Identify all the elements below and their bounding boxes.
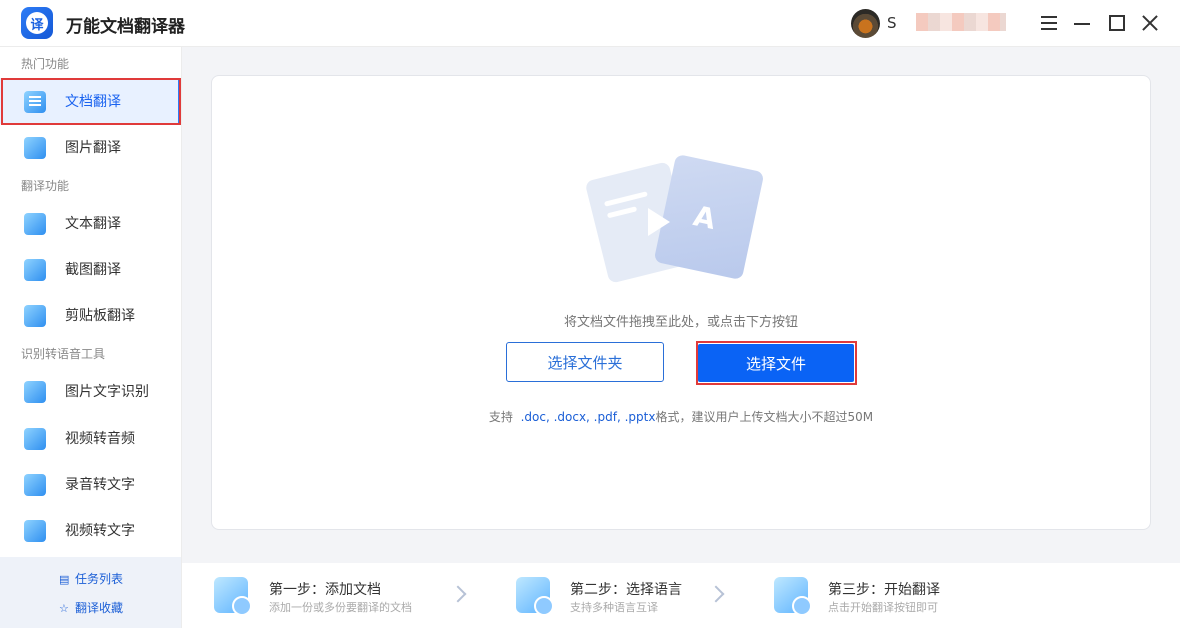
arrow-right-icon xyxy=(648,208,670,236)
app-title: 万能文档翻译器 xyxy=(66,17,185,37)
sidebar-item-label: 截图翻译 xyxy=(65,262,121,278)
sidebar-item-image-ocr[interactable]: 图片文字识别 xyxy=(0,368,181,414)
image-icon xyxy=(24,137,46,159)
sidebar-item-label: 图片翻译 xyxy=(65,140,121,156)
step-title: 第二步：选择语言 xyxy=(570,582,682,598)
sidebar-item-label: 录音转文字 xyxy=(65,477,135,493)
username[interactable]: S xyxy=(887,14,897,32)
sidebar-item-image-translate[interactable]: 图片翻译 xyxy=(0,124,181,170)
sidebar-item-label: 视频转音频 xyxy=(65,431,135,447)
microphone-icon xyxy=(24,474,46,496)
clipboard-icon xyxy=(24,305,46,327)
screenshot-icon xyxy=(24,259,46,281)
app-logo-icon: 译 xyxy=(21,7,53,39)
start-translate-step-icon xyxy=(774,577,812,616)
step-title: 第三步：开始翻译 xyxy=(828,582,940,598)
step-subtitle: 添加一份或多份要翻译的文档 xyxy=(269,601,412,614)
sidebar-item-label: 剪贴板翻译 xyxy=(65,308,135,324)
add-document-step-icon xyxy=(214,577,252,616)
sidebar-item-label: 图片文字识别 xyxy=(65,384,149,400)
favorites-link[interactable]: ☆ 翻译收藏 xyxy=(59,599,123,616)
supported-formats-text: 支持 .doc, .docx, .pdf, .pptx格式，建议用户上传文档大小… xyxy=(488,410,874,424)
sidebar-footer: ▤ 任务列表 ☆ 翻译收藏 xyxy=(0,557,181,628)
ocr-icon xyxy=(24,381,46,403)
chevron-right-icon xyxy=(707,585,725,603)
title-bar: 译 万能文档翻译器 S xyxy=(0,0,1180,47)
menu-icon[interactable] xyxy=(1037,11,1061,35)
step-title: 第一步：添加文档 xyxy=(269,582,381,598)
avatar[interactable] xyxy=(851,9,880,38)
close-icon[interactable] xyxy=(1138,11,1162,35)
steps-bar: 第一步：添加文档 添加一份或多份要翻译的文档 第二步：选择语言 支持多种语言互译… xyxy=(182,563,1180,628)
highlight-box-sidebar xyxy=(1,78,181,125)
task-list-link[interactable]: ▤ 任务列表 xyxy=(59,570,123,587)
sidebar: 热门功能 文档翻译 图片翻译 翻译功能 文本翻译 截图翻译 剪贴板翻译 识别转语… xyxy=(0,47,182,628)
sidebar-item-text-translate[interactable]: 文本翻译 xyxy=(0,200,181,246)
sidebar-item-label: 视频转文字 xyxy=(65,523,135,539)
minimize-icon[interactable] xyxy=(1070,11,1094,35)
star-icon: ☆ xyxy=(59,602,69,615)
video-text-icon xyxy=(24,520,46,542)
chevron-right-icon xyxy=(449,585,467,603)
sidebar-item-recording-to-text[interactable]: 录音转文字 xyxy=(0,461,181,507)
video-audio-icon xyxy=(24,428,46,450)
select-folder-button[interactable]: 选择文件夹 xyxy=(506,342,664,382)
maximize-icon[interactable] xyxy=(1104,11,1128,35)
drop-zone[interactable] xyxy=(211,75,1151,530)
sidebar-item-screenshot-translate[interactable]: 截图翻译 xyxy=(0,246,181,292)
drop-hint: 将文档文件拖拽至此处，或点击下方按钮 xyxy=(563,315,798,330)
upload-illustration-icon: A xyxy=(584,153,766,284)
sidebar-item-video-to-text[interactable]: 视频转文字 xyxy=(0,507,181,553)
section-title-translate: 翻译功能 xyxy=(21,179,70,193)
text-a-icon xyxy=(24,213,46,235)
sidebar-item-video-to-audio[interactable]: 视频转音频 xyxy=(0,415,181,461)
list-icon: ▤ xyxy=(59,573,70,586)
highlight-box-select-file xyxy=(696,341,857,385)
step-subtitle: 点击开始翻译按钮即可 xyxy=(828,601,938,614)
sidebar-item-clipboard-translate[interactable]: 剪贴板翻译 xyxy=(0,292,181,338)
step-subtitle: 支持多种语言互译 xyxy=(570,601,658,614)
select-language-step-icon xyxy=(516,577,554,616)
section-title-ocr-tools: 识别转语音工具 xyxy=(21,347,106,361)
sidebar-item-label: 文本翻译 xyxy=(65,216,121,232)
redacted-user-info xyxy=(916,13,1006,31)
section-title-hot: 热门功能 xyxy=(21,57,70,71)
